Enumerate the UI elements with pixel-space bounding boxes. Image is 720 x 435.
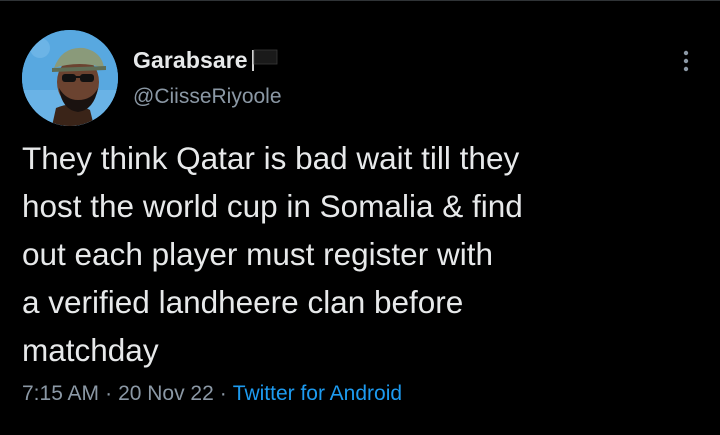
avatar-image bbox=[22, 30, 118, 126]
more-vertical-icon[interactable] bbox=[676, 46, 696, 76]
tweet-date[interactable]: 20 Nov 22 bbox=[118, 382, 214, 405]
tweet-source-link[interactable]: Twitter for Android bbox=[233, 382, 402, 405]
author-block: Garabsare @CiisseRiyoole bbox=[133, 45, 282, 109]
tweet-metadata: 7:15 AM · 20 Nov 22 · Twitter for Android bbox=[22, 382, 402, 406]
tweet-time[interactable]: 7:15 AM bbox=[22, 382, 99, 405]
tweet-card: Garabsare @CiisseRiyoole They think Qata… bbox=[0, 0, 720, 435]
display-name[interactable]: Garabsare bbox=[133, 47, 248, 74]
user-handle[interactable]: @CiisseRiyoole bbox=[133, 85, 282, 109]
tweet-text: They think Qatar is bad wait till they h… bbox=[22, 140, 523, 368]
meta-separator: · bbox=[105, 382, 113, 405]
avatar[interactable] bbox=[22, 30, 118, 126]
black-flag-icon bbox=[250, 48, 280, 72]
display-name-row: Garabsare bbox=[133, 45, 282, 75]
meta-separator: · bbox=[219, 382, 227, 405]
